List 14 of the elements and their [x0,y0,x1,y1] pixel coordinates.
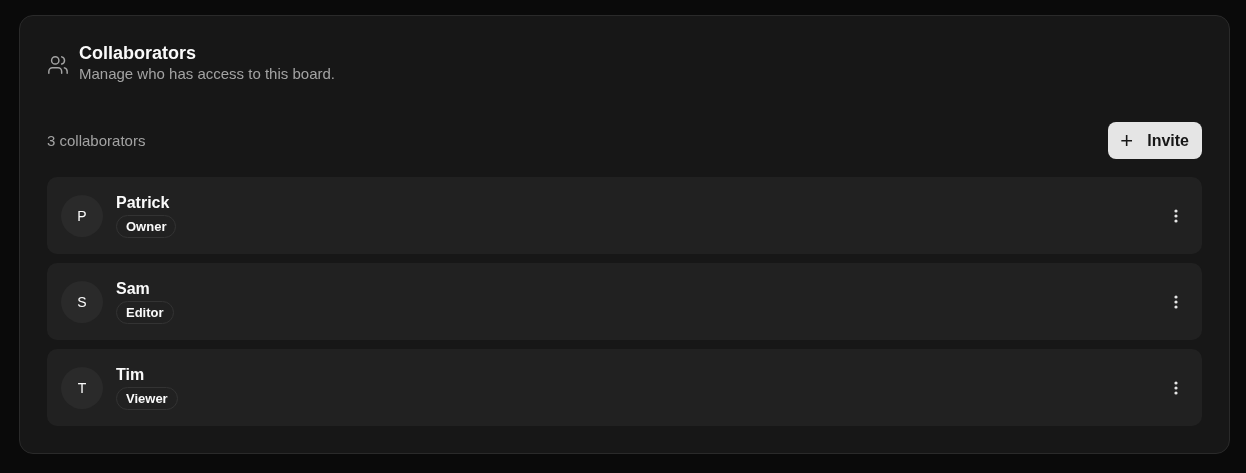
invite-button[interactable]: + Invite [1108,122,1202,159]
people-icon [47,54,69,76]
collaborator-name: Tim [116,365,145,384]
collaborator-count: 3 collaborators [47,132,146,149]
more-options-icon[interactable] [1174,294,1178,309]
more-options-icon[interactable] [1174,208,1178,223]
collaborator-name: Patrick [116,193,170,212]
avatar: P [61,194,103,237]
more-options-icon[interactable] [1174,380,1178,395]
panel-title: Collaborators [79,42,198,64]
avatar: T [61,366,103,409]
avatar: S [61,280,103,323]
panel-subtitle: Manage who has access to this board. [79,64,335,84]
collaborator-name: Sam [116,279,150,298]
